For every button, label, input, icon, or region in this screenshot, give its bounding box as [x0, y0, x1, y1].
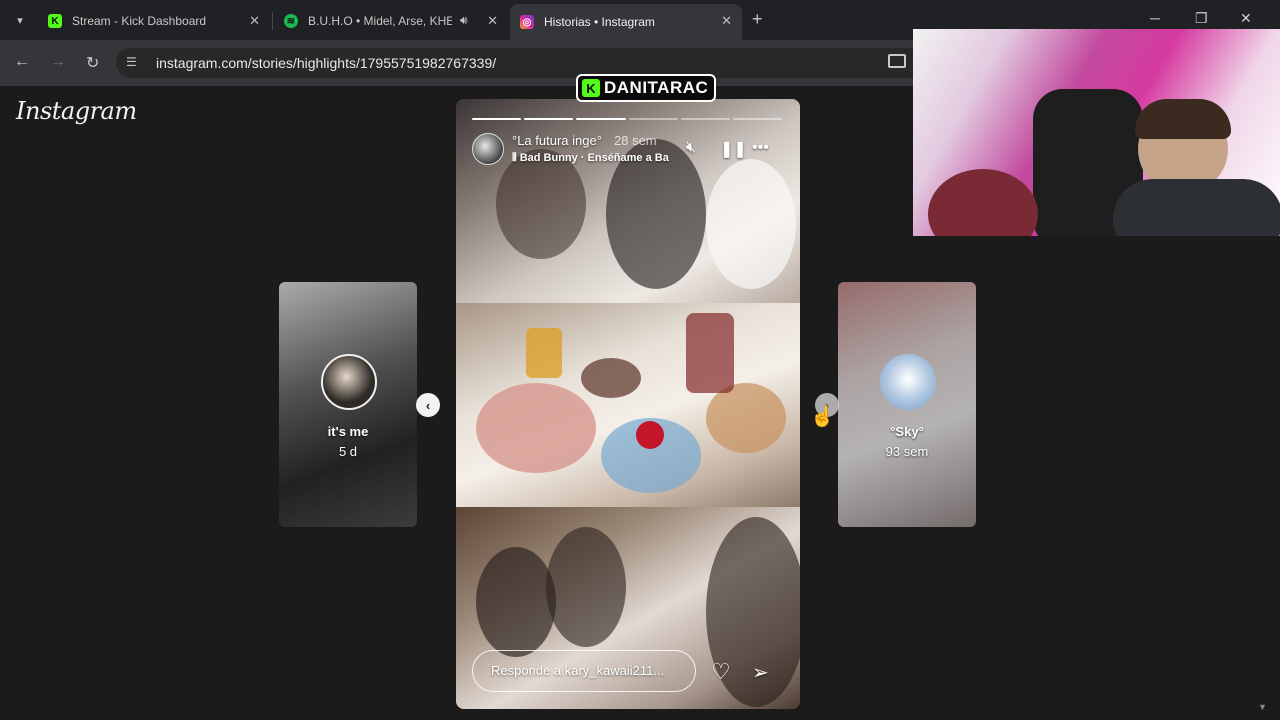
progress-segment	[576, 118, 626, 120]
photo-shape	[636, 421, 664, 449]
progress-segment	[472, 118, 522, 120]
next-story-name: °Sky°	[890, 424, 924, 439]
share-send-icon[interactable]: ➢	[752, 660, 769, 685]
kick-channel-badge: K DANITARAC	[576, 74, 717, 102]
audio-playing-icon[interactable]: 🔊︎	[460, 13, 468, 28]
cast-icon[interactable]	[888, 54, 906, 68]
avatar	[880, 354, 936, 410]
kick-logo-icon: K	[582, 79, 600, 97]
site-info-icon[interactable]: ☰	[126, 55, 142, 71]
new-tab-button[interactable]: +	[752, 9, 763, 30]
restore-icon[interactable]: ❐	[1195, 10, 1208, 27]
pause-icon[interactable]: ❚❚	[720, 139, 747, 159]
photo-shape	[476, 383, 596, 473]
story-header: °La futura inge° 28 sem ⫴ Bad Bunny · En…	[472, 131, 792, 167]
photo-shape	[476, 547, 556, 657]
tab-search-chevron-icon[interactable]: ▾	[8, 8, 32, 32]
spotify-icon: ≋	[284, 14, 298, 28]
instagram-logo[interactable]: Instagram	[16, 97, 137, 125]
story-viewer[interactable]: °La futura inge° 28 sem ⫴ Bad Bunny · En…	[456, 99, 800, 709]
tab-title: B.U.H.O • Midel, Arse, KHEA	[308, 14, 452, 28]
story-photo-desserts	[456, 303, 800, 507]
back-arrow-icon[interactable]: ←	[14, 53, 30, 71]
close-window-icon[interactable]: ✕	[1240, 10, 1252, 27]
forward-arrow-icon[interactable]: →	[50, 53, 66, 71]
instagram-icon: ◎	[520, 15, 534, 29]
tab-kick-dashboard[interactable]: K Stream - Kick Dashboard ✕	[38, 6, 270, 36]
story-progress	[472, 118, 783, 120]
avatar[interactable]	[472, 133, 504, 165]
prev-story-time: 5 d	[338, 444, 358, 459]
tab-spotify[interactable]: ≋ B.U.H.O • Midel, Arse, KHEA 🔊︎ ✕	[274, 6, 508, 36]
heart-icon[interactable]: ♡	[711, 659, 731, 685]
avatar	[321, 354, 377, 410]
kick-icon: K	[48, 14, 62, 28]
audio-wave-icon: ⫴	[512, 152, 520, 164]
story-photo-selfie	[456, 99, 800, 303]
channel-name: DANITARAC	[604, 78, 709, 97]
photo-shape	[706, 159, 796, 289]
progress-segment	[732, 118, 783, 120]
music-label: Bad Bunny · Enséñame a Ba	[519, 152, 669, 164]
progress-segment	[524, 118, 574, 120]
story-time: 28 sem	[614, 133, 657, 148]
reply-input[interactable]: Responde a kary_kawaii211...	[472, 650, 696, 692]
progress-segment	[628, 118, 678, 120]
next-story-time: 93 sem	[885, 444, 929, 459]
mouse-cursor-icon: ☝	[810, 406, 835, 428]
tab-close-icon[interactable]: ✕	[249, 13, 260, 29]
scroll-down-icon[interactable]: ▼	[1258, 702, 1267, 712]
photo-shape	[526, 328, 562, 378]
story-username[interactable]: °La futura inge°	[512, 133, 602, 148]
tab-instagram[interactable]: ◎ Historias • Instagram ✕	[510, 4, 742, 40]
webcam-shape	[1135, 99, 1231, 139]
mute-icon[interactable]: 🔇︎	[686, 139, 696, 157]
webcam-shape	[928, 169, 1038, 236]
webcam-shape	[1113, 179, 1280, 236]
photo-shape	[706, 383, 786, 453]
tab-title: Stream - Kick Dashboard	[72, 14, 207, 28]
photo-shape	[546, 527, 626, 647]
progress-segment	[680, 118, 730, 120]
tab-close-icon[interactable]: ✕	[721, 13, 732, 29]
tab-close-icon[interactable]: ✕	[487, 13, 498, 29]
story-music[interactable]: ⫴ Bad Bunny · Enséñame a Ba	[512, 152, 692, 165]
prev-story-name: it's me	[327, 424, 369, 439]
url-text[interactable]: instagram.com/stories/highlights/1795575…	[156, 55, 496, 71]
photo-shape	[581, 358, 641, 398]
previous-story-button[interactable]: ‹	[416, 393, 440, 417]
tab-title: Historias • Instagram	[544, 15, 655, 29]
minimize-icon[interactable]: ─	[1150, 10, 1160, 26]
reload-icon[interactable]: ↻	[86, 53, 99, 73]
more-options-icon[interactable]: •••	[752, 139, 769, 157]
webcam-overlay	[913, 29, 1280, 236]
photo-shape	[686, 313, 734, 393]
next-story-preview[interactable]: °Sky° 93 sem	[838, 282, 976, 527]
tab-divider	[272, 12, 273, 30]
prev-story-preview[interactable]: it's me 5 d	[279, 282, 417, 527]
